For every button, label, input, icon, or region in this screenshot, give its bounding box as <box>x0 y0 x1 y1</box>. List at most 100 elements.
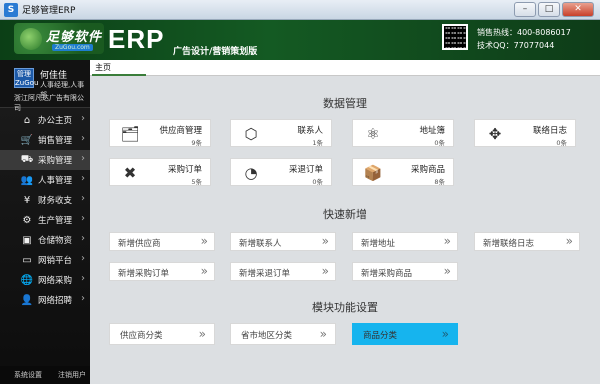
sidebar-item[interactable]: ⛟ 采购管理 › <box>0 150 90 170</box>
logout-link[interactable]: 注销用户 <box>58 370 86 380</box>
data-card[interactable]: 📦 采购商品 8条 <box>352 158 454 186</box>
quick-add-button[interactable]: 新增联络日志 » <box>474 232 580 251</box>
recruit-icon: 👤 <box>20 294 34 306</box>
data-card[interactable]: ✖ 采购订单 5条 <box>109 158 211 186</box>
quick-add-button[interactable]: 新增地址 » <box>352 232 458 251</box>
double-chevron-right-icon: » <box>565 234 574 248</box>
module-setting-button[interactable]: 商品分类 » <box>352 323 458 345</box>
sidebar-item[interactable]: 👥 人事管理 › <box>0 170 90 190</box>
sidebar-footer: 系统设置 注销用户 <box>0 366 90 384</box>
logo-text: 足够软件 <box>46 30 103 45</box>
card-count: 0条 <box>434 139 445 147</box>
purchase-icon: ⛟ <box>20 153 34 165</box>
production-icon: ⚙ <box>22 214 32 226</box>
sidebar-item[interactable]: 🌐 网络采购 › <box>0 270 90 290</box>
cart-icon: 🛒 <box>20 134 34 146</box>
chevron-right-icon: › <box>81 193 85 204</box>
minimize-button[interactable]: – <box>514 2 536 17</box>
tab-home[interactable]: 主页 <box>92 61 146 76</box>
people-icon: 👥 <box>20 174 34 186</box>
sidebar-nav: ⌂ 办公主页 › 🛒 销售管理 › ⛟ 采购管理 › 👥 人事管理 › ¥ 财务收支 › ⚙ 生产管理 › ▣ 仓储物… <box>0 110 90 310</box>
double-chevron-right-icon: » <box>443 264 452 278</box>
card-count: 0条 <box>312 178 323 186</box>
section-title-data: 数据管理 <box>323 97 367 110</box>
logo-domain: ZuGou.com <box>52 44 93 51</box>
address-book-icon: ⚛ <box>366 125 380 143</box>
order-icon: ✖ <box>123 164 137 182</box>
sidebar-item[interactable]: 👤 网络招聘 › <box>0 290 90 310</box>
card-count: 8条 <box>434 178 445 186</box>
system-settings-link[interactable]: 系统设置 <box>14 370 42 380</box>
double-chevron-right-icon: » <box>441 327 450 341</box>
sales-hotline: 销售热线：400-8086017 <box>477 28 571 37</box>
section-title-module: 模块功能设置 <box>312 301 378 314</box>
sidebar-item[interactable]: ▭ 网销平台 › <box>0 250 90 270</box>
quick-add-button[interactable]: 新增采退订单 » <box>230 262 336 281</box>
double-chevron-right-icon: » <box>321 264 330 278</box>
sidebar-item-label: 财务收支 <box>38 196 73 206</box>
quick-add-label: 新增供应商 <box>118 239 161 249</box>
module-setting-label: 商品分类 <box>363 331 398 341</box>
card-label: 采购订单 <box>167 165 202 175</box>
module-setting-button[interactable]: 供应商分类 » <box>109 323 215 345</box>
supplier-icon: 🗂 <box>120 125 140 143</box>
sidebar-item[interactable]: ⚙ 生产管理 › <box>0 210 90 230</box>
card-label: 采购商品 <box>410 165 445 175</box>
card-label: 采退订单 <box>288 165 323 175</box>
qr-code-icon <box>442 24 468 50</box>
sidebar: 管理 ZuGou 何佳佳 人事经理,人事部 浙江阿凡达广告有限公司 ⌂ 办公主页 ›… <box>0 60 90 384</box>
sidebar-item[interactable]: ▣ 仓储物资 › <box>0 230 90 250</box>
monitor-icon: ▭ <box>22 254 32 266</box>
avatar: 管理 ZuGou <box>14 68 39 88</box>
sidebar-item[interactable]: 🛒 销售管理 › <box>0 130 90 150</box>
chevron-right-icon: › <box>81 213 85 224</box>
return-order-icon: ◔ <box>244 164 258 182</box>
sidebar-item-label: 仓储物资 <box>38 236 73 246</box>
card-count: 0条 <box>556 139 567 147</box>
tab-bar: 主页 <box>90 60 600 76</box>
product-edition: 广告设计/营销策划版 <box>173 47 258 57</box>
finance-icon: ¥ <box>23 194 31 206</box>
quick-add-label: 新增联络日志 <box>483 239 535 249</box>
data-card[interactable]: ⬡ 联系人 1条 <box>230 119 332 147</box>
close-button[interactable]: ✕ <box>562 2 594 17</box>
brand-logo: 足够软件 ZuGou.com <box>14 23 104 54</box>
chevron-right-icon: › <box>81 133 85 144</box>
data-card[interactable]: ◔ 采退订单 0条 <box>230 158 332 186</box>
sidebar-item[interactable]: ¥ 财务收支 › <box>0 190 90 210</box>
module-setting-label: 省市地区分类 <box>241 331 293 341</box>
quick-add-button[interactable]: 新增采购商品 » <box>352 262 458 281</box>
quick-add-label: 新增采退订单 <box>239 269 291 279</box>
chevron-right-icon: › <box>81 233 85 244</box>
data-card[interactable]: ✥ 联络日志 0条 <box>474 119 576 147</box>
double-chevron-right-icon: » <box>200 264 209 278</box>
quick-add-label: 新增采购商品 <box>361 269 413 279</box>
sidebar-item-label: 办公主页 <box>38 116 73 126</box>
quick-add-button[interactable]: 新增供应商 » <box>109 232 215 251</box>
data-card[interactable]: ⚛ 地址簿 0条 <box>352 119 454 147</box>
quick-add-button[interactable]: 新增采购订单 » <box>109 262 215 281</box>
sidebar-item-label: 采购管理 <box>38 156 73 166</box>
chevron-right-icon: › <box>81 273 85 284</box>
contact-icon: ⬡ <box>244 125 258 143</box>
data-card[interactable]: 🗂 供应商管理 9条 <box>109 119 211 147</box>
quick-add-button[interactable]: 新增联系人 » <box>230 232 336 251</box>
module-setting-button[interactable]: 省市地区分类 » <box>230 323 336 345</box>
card-label: 供应商管理 <box>159 126 202 136</box>
sidebar-item-label: 销售管理 <box>38 136 73 146</box>
support-qq: 技术QQ：77077044 <box>477 41 555 50</box>
sidebar-item[interactable]: ⌂ 办公主页 › <box>0 110 90 130</box>
maximize-button[interactable]: □ <box>538 2 560 17</box>
quick-add-label: 新增采购订单 <box>118 269 170 279</box>
app-header: 足够软件 ZuGou.com ERP 广告设计/营销策划版 销售热线：400-8… <box>0 20 600 60</box>
product-name: ERP <box>108 24 165 54</box>
window-titlebar: S 足够管理ERP – □ ✕ <box>0 0 600 20</box>
double-chevron-right-icon: » <box>198 327 207 341</box>
home-icon: ⌂ <box>23 114 31 126</box>
log-icon: ✥ <box>488 125 502 143</box>
window-title: 足够管理ERP <box>22 6 76 16</box>
sidebar-item-label: 网络招聘 <box>38 296 73 306</box>
double-chevron-right-icon: » <box>321 234 330 248</box>
card-label: 联络日志 <box>532 126 567 136</box>
quick-add-label: 新增联系人 <box>239 239 282 249</box>
